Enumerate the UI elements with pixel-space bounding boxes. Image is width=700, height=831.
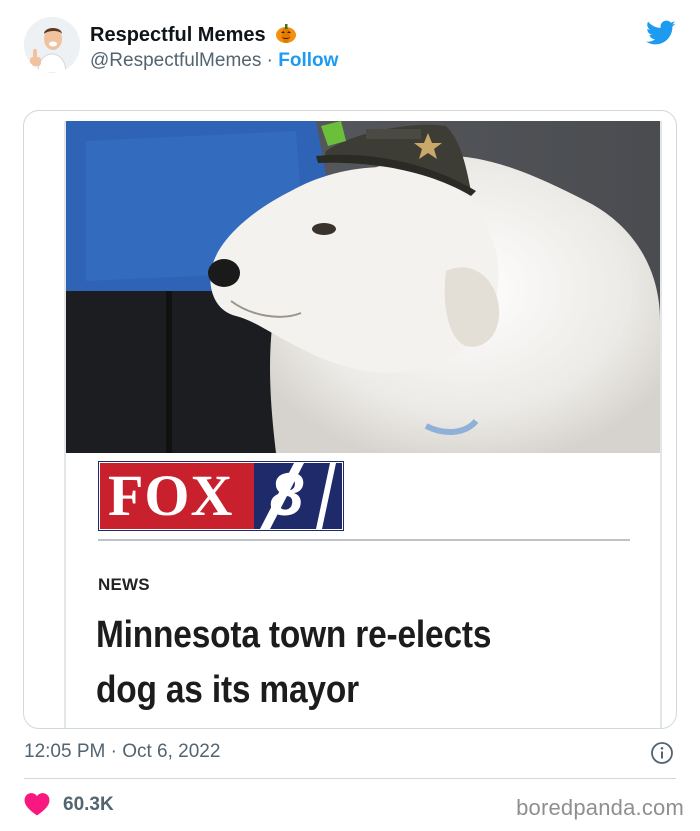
news-section-label: NEWS [98,575,150,594]
pumpkin-icon [276,24,297,43]
tweet-card: Respectful Memes @RespectfulMemes · Foll… [0,0,700,831]
section-rule [98,539,630,541]
avatar-image [24,17,80,73]
fox-logo-number: 8 [270,461,304,528]
like-count[interactable]: 60.3K [63,794,114,816]
footer-divider [24,778,676,779]
headline-line-2: dog as its mayor [96,669,359,711]
separator-dot: · [261,50,279,71]
tweet-timestamp[interactable]: 12:05 PM · Oct 6, 2022 [24,741,220,763]
author-name[interactable]: Respectful Memes [90,22,297,47]
heart-icon[interactable] [24,792,50,816]
news-headline: Minnesota town re-elects dog as its mayo… [96,608,571,718]
screenshot-edge [660,121,662,728]
follow-button[interactable]: Follow [278,50,338,71]
fox-logo-text: FOX [108,463,234,528]
news-screenshot: FOX 8 NEWS Minnesota town re-elects dog … [64,121,662,728]
author-name-text: Respectful Memes [90,24,266,46]
author-avatar[interactable] [24,17,80,73]
dog-photo-illustration [66,121,660,453]
site-watermark: boredpanda.com [516,795,684,820]
author-handle[interactable]: @RespectfulMemes [90,50,261,71]
dog-photo [66,121,660,453]
author-handle-line: @RespectfulMemes · Follow [90,50,338,72]
twitter-bird-icon[interactable] [646,20,676,46]
headline-line-1: Minnesota town re-elects [96,614,492,656]
tweet-media[interactable]: FOX 8 NEWS Minnesota town re-elects dog … [23,110,677,729]
info-icon[interactable] [650,741,674,765]
